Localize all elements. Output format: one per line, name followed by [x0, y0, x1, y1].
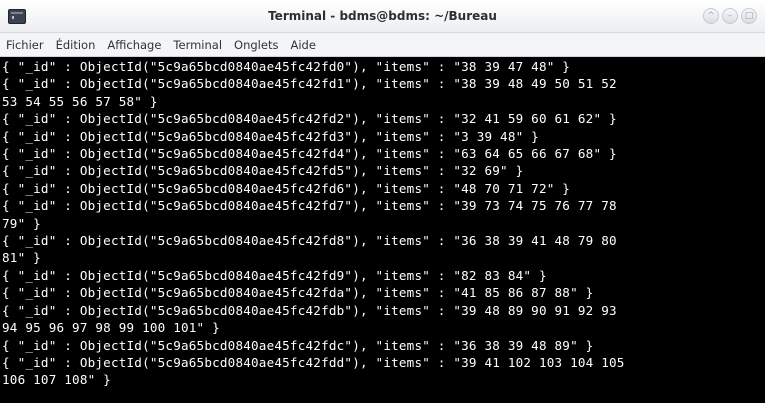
window-controls: ^ – □	[703, 8, 757, 24]
menu-terminal[interactable]: Terminal	[173, 36, 222, 54]
terminal-line: { "_id" : ObjectId("5c9a65bcd0840ae45fc4…	[2, 198, 617, 214]
menu-bar: Fichier Édition Affichage Terminal Ongle…	[0, 33, 765, 57]
shade-button[interactable]: ^	[703, 8, 719, 24]
terminal-line: { "_id" : ObjectId("5c9a65bcd0840ae45fc4…	[2, 111, 617, 127]
menu-affichage[interactable]: Affichage	[107, 36, 161, 54]
terminal-line: { "_id" : ObjectId("5c9a65bcd0840ae45fc4…	[2, 267, 547, 283]
terminal-line: { "_id" : ObjectId("5c9a65bcd0840ae45fc4…	[2, 337, 594, 353]
menu-edition[interactable]: Édition	[56, 36, 96, 54]
menu-fichier[interactable]: Fichier	[6, 36, 44, 54]
terminal-line: { "_id" : ObjectId("5c9a65bcd0840ae45fc4…	[2, 59, 571, 74]
terminal-line: { "_id" : ObjectId("5c9a65bcd0840ae45fc4…	[2, 180, 571, 196]
terminal-line: { "_id" : ObjectId("5c9a65bcd0840ae45fc4…	[2, 233, 617, 249]
menu-aide[interactable]: Aide	[290, 36, 315, 54]
terminal-line: { "_id" : ObjectId("5c9a65bcd0840ae45fc4…	[2, 285, 594, 301]
title-bar[interactable]: Terminal - bdms@bdms: ~/Bureau ^ – □	[0, 0, 765, 33]
terminal-line: { "_id" : ObjectId("5c9a65bcd0840ae45fc4…	[2, 354, 625, 370]
window-title: Terminal - bdms@bdms: ~/Bureau	[268, 9, 497, 23]
menu-onglets[interactable]: Onglets	[234, 36, 278, 54]
terminal-line: { "_id" : ObjectId("5c9a65bcd0840ae45fc4…	[2, 146, 617, 162]
minimize-button[interactable]: –	[722, 8, 738, 24]
maximize-button[interactable]: □	[741, 8, 757, 24]
terminal-line: { "_id" : ObjectId("5c9a65bcd0840ae45fc4…	[2, 76, 617, 92]
terminal-line: { "_id" : ObjectId("5c9a65bcd0840ae45fc4…	[2, 163, 524, 179]
terminal-line: 94 95 96 97 98 99 100 101" }	[2, 320, 220, 336]
terminal-line: 106 107 108" }	[2, 372, 111, 388]
terminal-line: 53 54 55 56 57 58" }	[2, 93, 158, 109]
terminal-line: 79" }	[2, 215, 41, 231]
terminal-line: 81" }	[2, 250, 41, 266]
terminal-line: { "_id" : ObjectId("5c9a65bcd0840ae45fc4…	[2, 128, 539, 144]
terminal-line: { "_id" : ObjectId("5c9a65bcd0840ae45fc4…	[2, 302, 617, 318]
terminal-window: Terminal - bdms@bdms: ~/Bureau ^ – □ Fic…	[0, 0, 765, 403]
terminal-output[interactable]: { "_id" : ObjectId("5c9a65bcd0840ae45fc4…	[0, 58, 765, 403]
